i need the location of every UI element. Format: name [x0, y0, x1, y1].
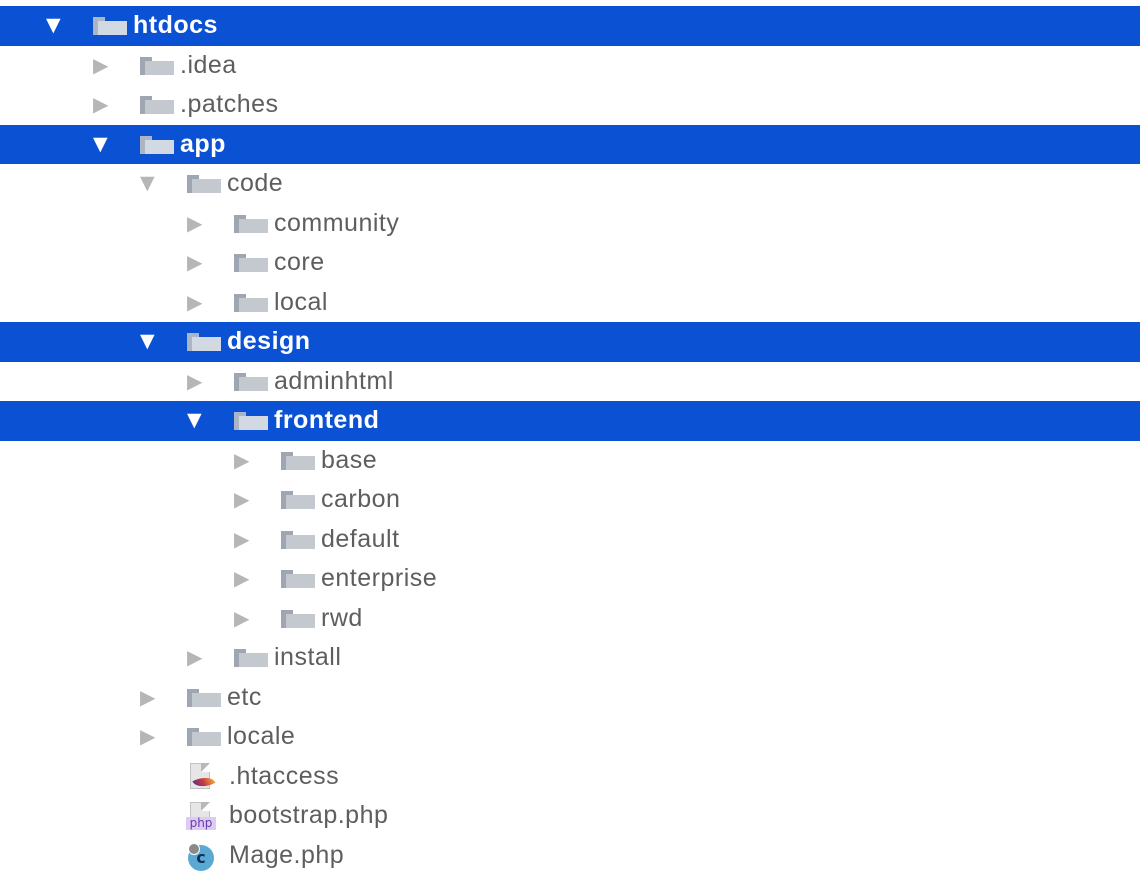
access-modifier-icon — [188, 842, 200, 855]
expand-arrow-down-icon[interactable]: ▼ — [93, 125, 108, 165]
tree-item-label: locale — [227, 722, 296, 750]
tree-folder-row[interactable]: ▶ install — [0, 638, 1140, 678]
tree-item-label: .htaccess — [229, 761, 340, 790]
expand-arrow-down-icon[interactable]: ▼ — [187, 401, 202, 441]
folder-icon — [234, 649, 268, 667]
folder-icon — [140, 56, 174, 75]
folder-icon — [187, 688, 221, 707]
folder-icon — [234, 412, 268, 430]
tree-folder-row[interactable]: ▶ adminhtml — [0, 362, 1140, 402]
htaccess-file-icon — [186, 762, 218, 793]
tree-folder-row[interactable]: ▼ frontend — [0, 401, 1140, 441]
folder-icon — [281, 530, 315, 549]
tree-item-label: frontend — [274, 406, 380, 434]
tree-folder-row[interactable]: ▶ default — [0, 520, 1140, 560]
expand-arrow-right-icon[interactable]: ▶ — [140, 678, 155, 718]
folder-icon — [281, 491, 315, 509]
tree-item-label: carbon — [321, 485, 401, 513]
folder-icon — [281, 609, 315, 628]
tree-item-label: community — [274, 208, 400, 237]
php-class-icon: c — [186, 842, 218, 872]
folder-icon — [187, 175, 221, 193]
tree-item-label: enterprise — [321, 564, 438, 592]
expand-arrow-right-icon[interactable]: ▶ — [234, 559, 249, 599]
expand-arrow-right-icon[interactable]: ▶ — [234, 441, 249, 481]
expand-arrow-right-icon[interactable]: ▶ — [187, 283, 202, 323]
folder-icon — [187, 333, 221, 351]
expand-arrow-down-icon[interactable]: ▼ — [140, 322, 155, 362]
expand-arrow-right-icon[interactable]: ▶ — [234, 480, 249, 520]
tree-item-label: bootstrap.php — [229, 801, 389, 829]
php-file-icon: php — [186, 802, 218, 832]
tree-folder-row[interactable]: ▶ .idea — [0, 46, 1140, 86]
tree-file-row[interactable]: c Mage.php — [0, 836, 1140, 876]
tree-folder-row[interactable]: ▼ app — [0, 124, 1140, 165]
expand-arrow-right-icon[interactable]: ▶ — [93, 46, 108, 86]
tree-folder-row[interactable]: ▶ core — [0, 243, 1140, 283]
folder-icon — [234, 372, 268, 391]
tree-item-label: core — [274, 248, 325, 276]
expand-arrow-right-icon[interactable]: ▶ — [187, 204, 202, 244]
tree-folder-row[interactable]: ▶ rwd — [0, 599, 1140, 639]
expand-arrow-down-icon[interactable]: ▼ — [46, 6, 61, 46]
tree-folder-row[interactable]: ▶ community — [0, 204, 1140, 244]
folder-icon — [187, 728, 221, 746]
expand-arrow-right-icon[interactable]: ▶ — [187, 638, 202, 678]
expand-arrow-right-icon[interactable]: ▶ — [140, 717, 155, 757]
tree-file-row[interactable]: .htaccess — [0, 757, 1140, 797]
tree-folder-row[interactable]: ▶ .patches — [0, 85, 1140, 125]
tree-item-label: etc — [227, 682, 262, 711]
project-tree: ▼ htdocs ▶ .idea ▶ .patches ▼ app ▼ code ▶ communit… — [0, 6, 1140, 875]
tree-item-label: default — [321, 524, 400, 553]
expand-arrow-right-icon[interactable]: ▶ — [187, 243, 202, 283]
folder-icon — [234, 293, 268, 312]
tree-item-label: .idea — [180, 50, 237, 79]
tree-folder-row[interactable]: ▼ code — [0, 164, 1140, 204]
tree-item-label: base — [321, 445, 378, 474]
tree-item-label: install — [274, 643, 342, 671]
tree-folder-row[interactable]: ▶ base — [0, 441, 1140, 481]
tree-folder-row[interactable]: ▶ carbon — [0, 480, 1140, 520]
tree-file-row[interactable]: php bootstrap.php — [0, 796, 1140, 836]
tree-item-label: rwd — [321, 603, 363, 632]
tree-item-label: design — [227, 327, 311, 355]
folder-icon — [234, 214, 268, 233]
tree-folder-row[interactable]: ▼ htdocs — [0, 6, 1140, 46]
expand-arrow-right-icon[interactable]: ▶ — [234, 599, 249, 639]
folder-icon — [93, 17, 127, 35]
tree-folder-row[interactable]: ▶ enterprise — [0, 559, 1140, 599]
folder-icon — [281, 570, 315, 588]
tree-item-label: .patches — [180, 90, 279, 118]
expand-arrow-right-icon[interactable]: ▶ — [93, 85, 108, 125]
expand-arrow-right-icon[interactable]: ▶ — [187, 362, 202, 402]
folder-icon — [140, 96, 174, 114]
tree-item-label: local — [274, 287, 328, 316]
folder-icon — [281, 451, 315, 470]
tree-item-label: Mage.php — [229, 840, 345, 869]
tree-item-label: code — [227, 169, 284, 197]
tree-item-label: app — [180, 129, 226, 158]
expand-arrow-right-icon[interactable]: ▶ — [234, 520, 249, 560]
tree-item-label: adminhtml — [274, 366, 394, 395]
php-badge: php — [186, 817, 216, 830]
tree-folder-row[interactable]: ▼ design — [0, 322, 1140, 362]
tree-item-label: htdocs — [133, 11, 218, 39]
folder-icon — [140, 135, 174, 154]
expand-arrow-down-icon[interactable]: ▼ — [140, 164, 155, 204]
tree-folder-row[interactable]: ▶ etc — [0, 678, 1140, 718]
folder-icon — [234, 254, 268, 272]
tree-folder-row[interactable]: ▶ local — [0, 283, 1140, 323]
tree-folder-row[interactable]: ▶ locale — [0, 717, 1140, 757]
